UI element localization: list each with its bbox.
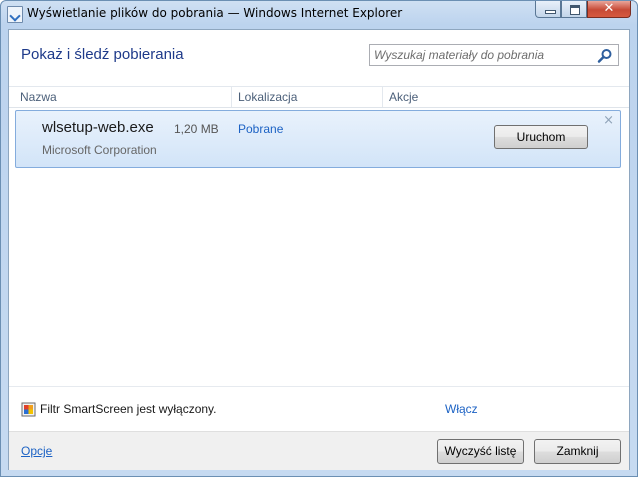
maximize-button[interactable] <box>561 1 587 18</box>
minimize-button[interactable] <box>535 1 561 18</box>
column-separator <box>231 87 232 107</box>
download-filename: wlsetup-web.exe <box>42 119 154 136</box>
search-box[interactable] <box>369 44 619 66</box>
page-title: Pokaż i śledź pobierania <box>21 46 184 63</box>
column-headers: Nazwa Lokalizacja Akcje <box>9 86 629 108</box>
search-input[interactable] <box>370 45 598 65</box>
column-header-actions[interactable]: Akcje <box>389 90 418 104</box>
enable-smartscreen-link[interactable]: Włącz <box>445 402 478 416</box>
download-publisher: Microsoft Corporation <box>42 143 157 157</box>
options-link[interactable]: Opcje <box>21 444 52 458</box>
minimize-icon <box>545 10 556 14</box>
smartscreen-bar: Filtr SmartScreen jest wyłączony. Włącz <box>9 386 629 431</box>
close-icon: ✕ <box>603 1 615 16</box>
close-button[interactable]: Zamknij <box>534 439 621 464</box>
caption-buttons: ✕ <box>535 1 631 19</box>
run-button[interactable]: Uruchom <box>494 125 588 149</box>
search-icon[interactable] <box>597 48 613 64</box>
ie-downloads-icon <box>7 6 23 23</box>
title-bar[interactable]: Wyświetlanie plików do pobrania — Window… <box>1 1 637 27</box>
column-header-location[interactable]: Lokalizacja <box>238 90 297 104</box>
shield-icon <box>21 402 36 417</box>
downloads-panel: Pokaż i śledź pobierania Nazwa Lokalizac… <box>8 29 630 470</box>
download-size: 1,20 MB <box>174 122 219 136</box>
column-separator <box>382 87 383 107</box>
smartscreen-status: Filtr SmartScreen jest wyłączony. <box>40 402 217 416</box>
maximize-icon <box>570 5 580 15</box>
dialog-footer: Opcje Wyczyść listę Zamknij <box>9 431 629 470</box>
clear-list-button[interactable]: Wyczyść listę <box>437 439 524 464</box>
remove-download-icon[interactable]: × <box>603 113 614 128</box>
window-frame: Wyświetlanie plików do pobrania — Window… <box>0 0 638 477</box>
download-row[interactable]: wlsetup-web.exe 1,20 MB Microsoft Corpor… <box>15 110 621 168</box>
column-header-name[interactable]: Nazwa <box>20 90 57 104</box>
window-close-button[interactable]: ✕ <box>587 1 631 18</box>
window-title: Wyświetlanie plików do pobrania — Window… <box>27 6 403 20</box>
download-location-link[interactable]: Pobrane <box>238 122 283 136</box>
